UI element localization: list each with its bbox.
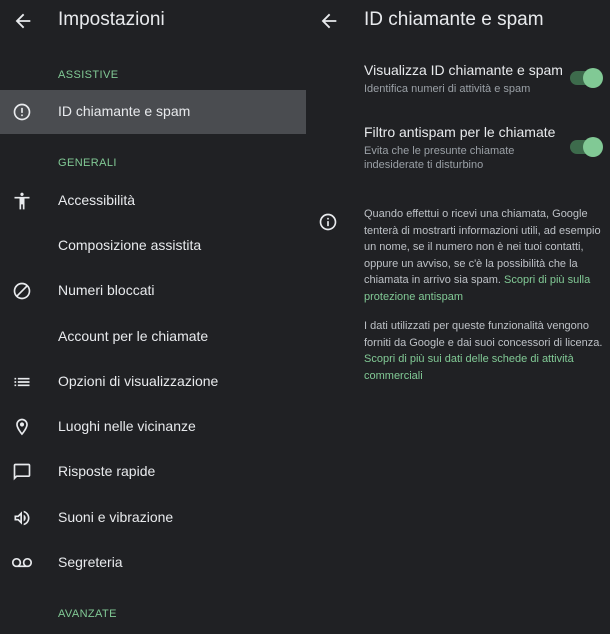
menu-item-nearby-places[interactable]: Luoghi nelle vicinanze xyxy=(0,405,306,449)
caller-id-spam-panel: ID chiamante e spam Visualizza ID chiama… xyxy=(306,0,610,634)
page-title: Impostazioni xyxy=(58,9,165,30)
menu-item-label: Composizione assistita xyxy=(58,237,202,253)
setting-spam-filter[interactable]: Filtro antispam per le chiamate Evita ch… xyxy=(364,124,604,172)
menu-item-accessibility[interactable]: Accessibilità xyxy=(0,179,306,223)
menu-item-label: Luoghi nelle vicinanze xyxy=(58,418,196,434)
menu-item-quick-responses[interactable]: Risposte rapide xyxy=(0,450,306,494)
app-bar: Impostazioni xyxy=(0,0,306,44)
setting-title: Visualizza ID chiamante e spam xyxy=(364,62,563,78)
menu-item-label: Accessibilità xyxy=(58,192,136,208)
setting-summary: Identifica numeri di attività e spam xyxy=(364,83,531,95)
location-pin-icon xyxy=(16,418,28,436)
alert-circle-icon xyxy=(13,103,31,121)
menu-item-label: Segreteria xyxy=(58,554,123,570)
voicemail-icon xyxy=(12,558,32,568)
block-icon xyxy=(13,282,31,300)
setting-caller-id[interactable]: Visualizza ID chiamante e spam Identific… xyxy=(364,62,604,96)
setting-summary: Evita che le presunte chiamate indesider… xyxy=(364,145,515,171)
menu-item-label: Account per le chiamate xyxy=(58,328,209,344)
list-icon xyxy=(14,377,30,387)
menu-item-blocked-numbers[interactable]: Numeri bloccati xyxy=(0,269,306,313)
back-arrow-icon[interactable] xyxy=(318,10,340,32)
info-icon xyxy=(319,213,337,231)
menu-item-assisted-dialing[interactable]: Composizione assistita xyxy=(0,224,306,268)
menu-item-sounds-vibration[interactable]: Suoni e vibrazione xyxy=(0,496,306,540)
menu-item-caller-id-spam[interactable]: ID chiamante e spam xyxy=(0,90,306,134)
menu-item-label: Numeri bloccati xyxy=(58,282,155,298)
menu-item-label: Risposte rapide xyxy=(58,463,156,479)
info-paragraph-2: I dati utilizzati per queste funzionalit… xyxy=(364,318,604,384)
volume-icon xyxy=(14,510,30,526)
toggle-thumb xyxy=(583,137,603,157)
toggle-thumb xyxy=(583,68,603,88)
section-header-avanzate: AVANZATE xyxy=(58,608,117,620)
spam-filter-toggle[interactable] xyxy=(570,137,603,157)
menu-item-label: Suoni e vibrazione xyxy=(58,509,174,525)
caller-id-toggle[interactable] xyxy=(570,68,603,88)
section-header-assistive: ASSISTIVE xyxy=(58,69,119,81)
page-title: ID chiamante e spam xyxy=(364,9,544,30)
settings-panel: Impostazioni ASSISTIVE ID chiamante e sp… xyxy=(0,0,306,634)
menu-item-label: ID chiamante e spam xyxy=(58,103,191,119)
back-arrow-icon[interactable] xyxy=(12,10,34,32)
menu-item-calling-accounts[interactable]: Account per le chiamate xyxy=(0,315,306,359)
info-text: I dati utilizzati per queste funzionalit… xyxy=(364,320,603,349)
info-paragraph-1: Quando effettui o ricevi una chiamata, G… xyxy=(364,206,604,305)
menu-item-display-options[interactable]: Opzioni di visualizzazione xyxy=(0,360,306,404)
section-header-generali: GENERALI xyxy=(58,157,117,169)
setting-title: Filtro antispam per le chiamate xyxy=(364,124,556,140)
app-bar: ID chiamante e spam xyxy=(306,0,610,44)
menu-item-voicemail[interactable]: Segreteria xyxy=(0,541,306,585)
business-data-learn-more-link[interactable]: Scopri di più sui dati delle schede di a… xyxy=(364,353,574,382)
accessibility-icon xyxy=(14,192,30,210)
message-icon xyxy=(13,463,31,481)
menu-item-label: Opzioni di visualizzazione xyxy=(58,373,219,389)
